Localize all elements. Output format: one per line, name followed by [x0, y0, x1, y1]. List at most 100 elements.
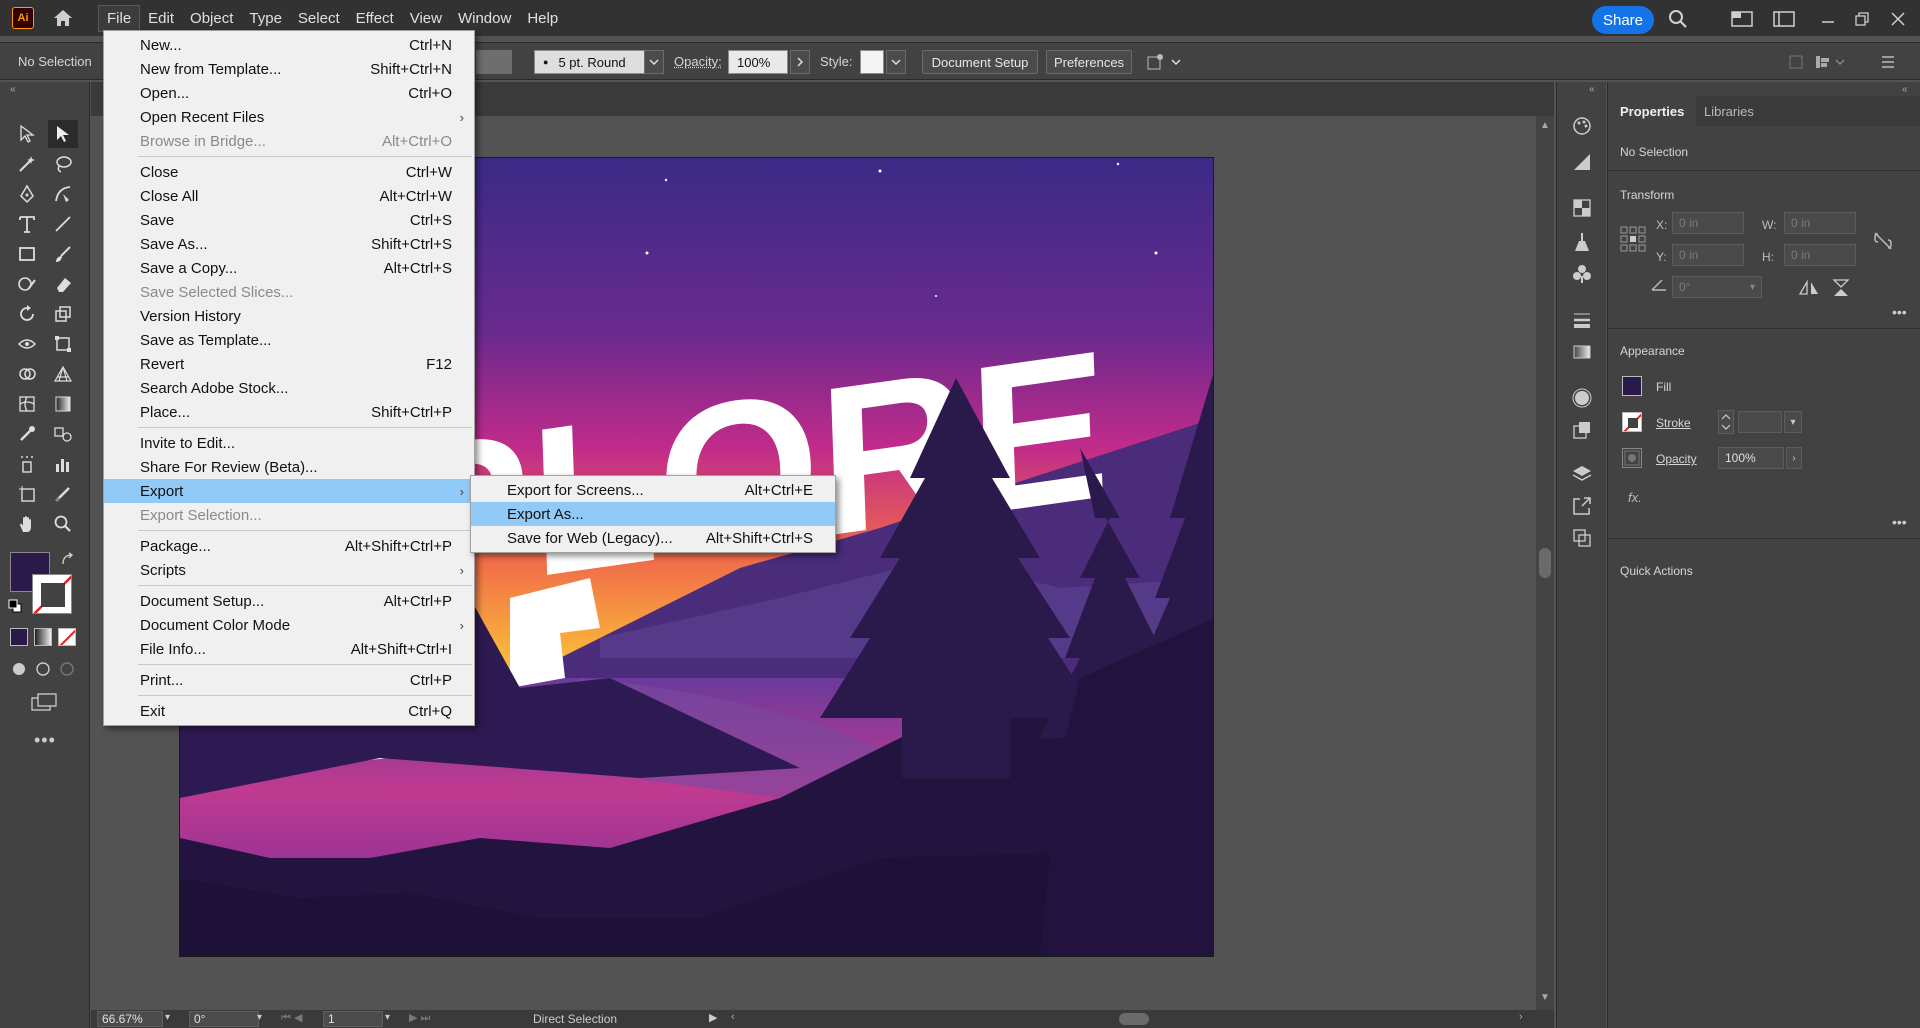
collapse-icon[interactable]: «	[10, 84, 16, 95]
menu-item-export-as[interactable]: Export As...	[471, 502, 835, 526]
opacity-label[interactable]: Opacity:	[674, 54, 722, 69]
recolor-icon[interactable]	[1146, 53, 1182, 74]
menu-item-package[interactable]: Package... Alt+Shift+Ctrl+P	[104, 534, 474, 558]
slice-tool-icon[interactable]	[48, 480, 78, 508]
gradient-mode-icon[interactable]	[34, 628, 52, 646]
lasso-tool-icon[interactable]	[48, 150, 78, 178]
scroll-left-icon[interactable]: ‹	[731, 1011, 735, 1023]
appearance-panel-icon[interactable]	[1570, 386, 1594, 410]
zoom-tool-icon[interactable]	[48, 510, 78, 538]
zoom-dropdown-icon[interactable]: ▾	[165, 1012, 170, 1023]
x-field[interactable]: 0 in	[1672, 212, 1744, 234]
menu-item-new-from-template[interactable]: New from Template... Shift+Ctrl+N	[104, 57, 474, 81]
menu-item-file-info[interactable]: File Info... Alt+Shift+Ctrl+I	[104, 637, 474, 661]
menu-item-save-a-copy[interactable]: Save a Copy... Alt+Ctrl+S	[104, 256, 474, 280]
line-tool-icon[interactable]	[48, 210, 78, 238]
fill-color-swatch[interactable]	[1622, 376, 1642, 396]
stroke-swatch[interactable]	[32, 574, 72, 614]
angle-dropdown-icon[interactable]: ▾	[1750, 282, 1755, 293]
stroke-panel-icon[interactable]	[1570, 308, 1594, 332]
default-colors-icon[interactable]	[8, 599, 22, 616]
column-graph-tool-icon[interactable]	[48, 450, 78, 478]
stroke-label[interactable]: Stroke	[1656, 416, 1691, 430]
menu-item-print[interactable]: Print... Ctrl+P	[104, 668, 474, 692]
menu-item-save-as[interactable]: Save As... Shift+Ctrl+S	[104, 232, 474, 256]
scroll-down-icon[interactable]: ▼	[1540, 992, 1550, 1003]
vertical-scroll-thumb[interactable]	[1539, 548, 1551, 578]
menu-item-save-for-web-legacy[interactable]: Save for Web (Legacy)... Alt+Shift+Ctrl+S	[471, 526, 835, 550]
effects-fx-icon[interactable]: fx.	[1628, 490, 1642, 505]
menu-view[interactable]: View	[402, 6, 450, 31]
color-guide-icon[interactable]	[1570, 150, 1594, 174]
magic-wand-tool-icon[interactable]	[12, 150, 42, 178]
menu-item-place[interactable]: Place... Shift+Ctrl+P	[104, 400, 474, 424]
menu-item-open-recent-files[interactable]: Open Recent Files ›	[104, 105, 474, 129]
angle-field[interactable]: 0° ▾	[1672, 276, 1762, 298]
opacity-label[interactable]: Opacity	[1656, 452, 1697, 466]
style-swatch[interactable]	[860, 50, 884, 74]
menu-item-close-all[interactable]: Close All Alt+Ctrl+W	[104, 184, 474, 208]
menu-item-save[interactable]: Save Ctrl+S	[104, 208, 474, 232]
workspace-icon[interactable]	[1772, 8, 1796, 30]
brush-definition[interactable]: ● 5 pt. Round	[534, 50, 648, 74]
tab-properties[interactable]: Properties	[1608, 96, 1696, 126]
menu-object[interactable]: Object	[182, 6, 241, 31]
gradient-tool-icon[interactable]	[48, 390, 78, 418]
stroke-weight-field[interactable]	[1738, 411, 1782, 433]
rectangle-tool-icon[interactable]	[12, 240, 42, 268]
artboard-number-field[interactable]: 1	[323, 1011, 383, 1027]
swatches-icon[interactable]	[1570, 196, 1594, 220]
constrain-proportions-icon[interactable]	[1872, 230, 1894, 255]
opacity-field[interactable]: 100%	[728, 50, 788, 74]
collapse-panels-icon[interactable]: «	[1589, 84, 1595, 95]
stroke-weight-swatch[interactable]	[476, 50, 512, 74]
eyedropper-tool-icon[interactable]	[12, 420, 42, 448]
opacity-field[interactable]: 100%	[1718, 447, 1784, 469]
collapse-properties-icon[interactable]: «	[1902, 84, 1908, 95]
menu-edit[interactable]: Edit	[140, 6, 182, 31]
menu-select[interactable]: Select	[290, 6, 348, 31]
stroke-weight-stepper[interactable]	[1718, 410, 1734, 434]
artboard-tool-icon[interactable]	[12, 480, 42, 508]
panel-menu-icon[interactable]	[1880, 53, 1896, 74]
menu-help[interactable]: Help	[519, 6, 566, 31]
shaper-tool-icon[interactable]	[12, 270, 42, 298]
y-field[interactable]: 0 in	[1672, 244, 1744, 266]
w-field[interactable]: 0 in	[1784, 212, 1856, 234]
horizontal-scroll-thumb[interactable]	[1119, 1013, 1149, 1025]
screen-mode-icon[interactable]	[30, 692, 60, 715]
mesh-tool-icon[interactable]	[12, 390, 42, 418]
menu-item-revert[interactable]: Revert F12	[104, 352, 474, 376]
menu-effect[interactable]: Effect	[348, 6, 402, 31]
menu-item-invite-to-edit[interactable]: Invite to Edit...	[104, 431, 474, 455]
appearance-more-icon[interactable]: •••	[1892, 514, 1907, 530]
width-tool-icon[interactable]	[12, 330, 42, 358]
scroll-right-icon[interactable]: ›	[1519, 1011, 1523, 1023]
status-menu-icon[interactable]: ▶	[709, 1011, 717, 1024]
flip-horizontal-icon[interactable]	[1798, 280, 1820, 299]
paintbrush-tool-icon[interactable]	[48, 240, 78, 268]
opacity-arrow-icon[interactable]: ›	[1786, 447, 1802, 469]
swap-fill-stroke-icon[interactable]	[60, 552, 76, 571]
preferences-button[interactable]: Preferences	[1046, 50, 1132, 74]
restore-icon[interactable]	[1850, 8, 1874, 30]
menu-item-export[interactable]: Export ›	[104, 479, 474, 503]
menu-item-new[interactable]: New... Ctrl+N	[104, 33, 474, 57]
menu-item-exit[interactable]: Exit Ctrl+Q	[104, 699, 474, 723]
rotate-view-field[interactable]: 0°	[189, 1011, 259, 1027]
layers-icon[interactable]	[1570, 462, 1594, 486]
menu-item-document-color-mode[interactable]: Document Color Mode ›	[104, 613, 474, 637]
selection-tool-icon[interactable]	[12, 120, 42, 148]
scale-tool-icon[interactable]	[48, 300, 78, 328]
transform-more-icon[interactable]: •••	[1892, 304, 1907, 320]
brushes-icon[interactable]	[1570, 230, 1594, 254]
menu-type[interactable]: Type	[241, 6, 290, 31]
brush-dropdown[interactable]	[644, 50, 664, 74]
graphic-styles-icon[interactable]	[1570, 418, 1594, 442]
menu-item-save-as-template[interactable]: Save as Template...	[104, 328, 474, 352]
menu-file[interactable]: File	[98, 5, 140, 32]
export-panel-icon[interactable]	[1570, 494, 1594, 518]
zoom-field[interactable]: 66.67%	[97, 1011, 163, 1027]
menu-item-share-for-review-beta[interactable]: Share For Review (Beta)...	[104, 455, 474, 479]
style-dropdown[interactable]	[886, 50, 906, 74]
